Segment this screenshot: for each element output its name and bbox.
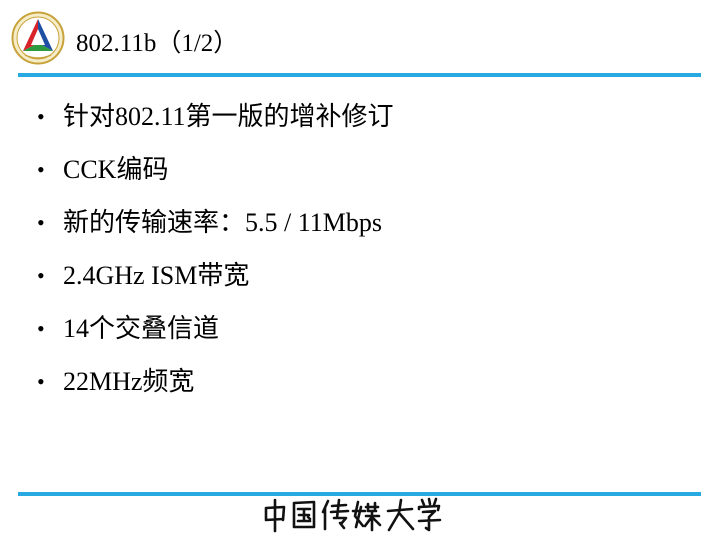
bullet-item: • 14个交叠信道 [36, 304, 394, 357]
bullet-dot-icon: • [37, 316, 45, 341]
title-divider [18, 73, 701, 77]
bullet-text: 新的传输速率：5.5 / 11Mbps [63, 208, 382, 237]
bullet-item: • 2.4GHz ISM带宽 [36, 251, 394, 304]
bullet-text: 22MHz频宽 [63, 367, 195, 396]
bullet-item: • 22MHz频宽 [36, 357, 394, 410]
bullet-text: 针对802.11第一版的增补修订 [63, 102, 394, 131]
bullet-dot-icon: • [37, 157, 45, 182]
bullet-item: • 针对802.11第一版的增补修订 [36, 92, 394, 145]
bullet-item: • 新的传输速率：5.5 / 11Mbps [36, 198, 394, 251]
bullet-dot-icon: • [37, 263, 45, 288]
university-calligraphy-logo [262, 496, 442, 534]
bullet-dot-icon: • [37, 104, 45, 129]
bullet-dot-icon: • [37, 369, 45, 394]
slide-title: 802.11b（1/2） [76, 30, 239, 57]
bullet-list: • 针对802.11第一版的增补修订 • CCK编码 • 新的传输速率：5.5 … [36, 92, 394, 410]
bullet-text: CCK编码 [63, 155, 169, 184]
bullet-text: 14个交叠信道 [63, 314, 220, 343]
bullet-text: 2.4GHz ISM带宽 [63, 261, 250, 290]
bullet-dot-icon: • [37, 210, 45, 235]
bullet-item: • CCK编码 [36, 145, 394, 198]
university-emblem-icon [11, 11, 65, 65]
